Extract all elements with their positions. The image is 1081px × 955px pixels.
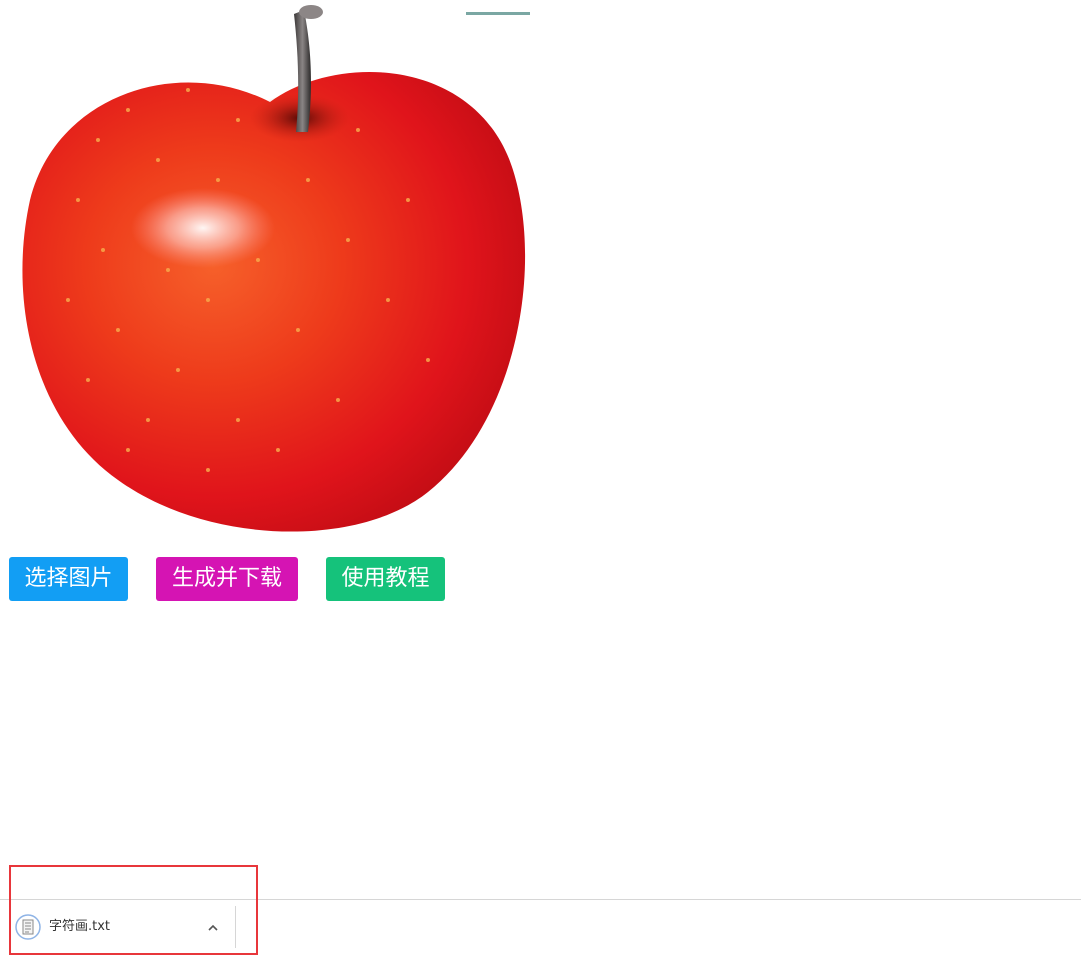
download-file-name: 字符画.txt [49, 919, 111, 934]
download-item-divider [235, 906, 236, 948]
watermark [466, 0, 530, 15]
apple-illustration [22, 5, 526, 532]
apple-image [8, 0, 530, 548]
text-file-icon [15, 914, 41, 940]
generate-download-button[interactable]: 生成并下载 [156, 557, 298, 601]
select-image-button[interactable]: 选择图片 [9, 557, 128, 601]
download-item[interactable]: 字符画.txt [12, 908, 230, 948]
download-bar: 字符画.txt [0, 899, 1081, 955]
chevron-up-icon[interactable] [205, 920, 221, 936]
tutorial-button[interactable]: 使用教程 [326, 557, 445, 601]
